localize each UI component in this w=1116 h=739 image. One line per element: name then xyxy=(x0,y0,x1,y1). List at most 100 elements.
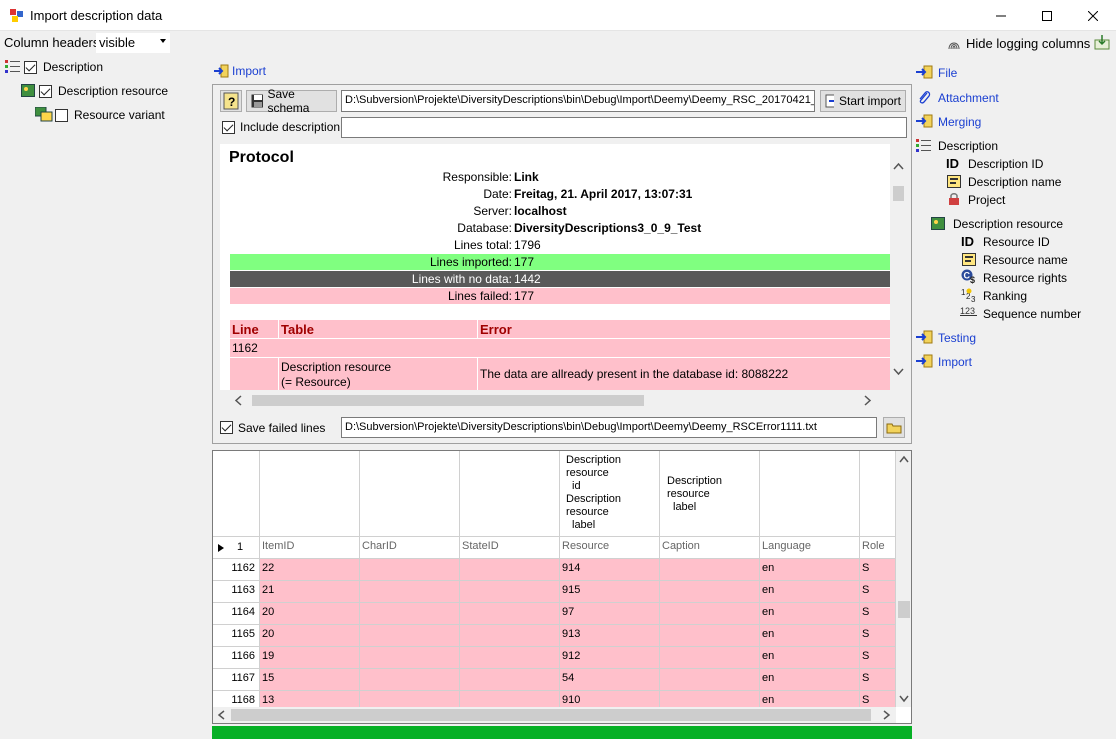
start-import-button[interactable]: Start import xyxy=(820,90,906,112)
right-link-import[interactable]: Import xyxy=(938,355,972,369)
resource-variant-checkbox[interactable] xyxy=(55,109,68,122)
table-cell[interactable]: S xyxy=(860,603,896,625)
right-item-description[interactable]: Description xyxy=(938,139,998,153)
column-header[interactable]: Caption xyxy=(660,537,760,559)
table-cell[interactable] xyxy=(660,647,760,669)
right-link-merging[interactable]: Merging xyxy=(938,115,981,129)
table-cell[interactable] xyxy=(660,581,760,603)
row-header[interactable]: 1166 xyxy=(213,647,260,669)
failed-path-field[interactable]: D:\Subversion\Projekte\DiversityDescript… xyxy=(341,417,877,438)
save-schema-button[interactable]: Save schema xyxy=(246,87,337,115)
open-folder-button[interactable] xyxy=(883,417,905,438)
right-item-description-name[interactable]: Description name xyxy=(968,175,1061,189)
table-cell[interactable]: S xyxy=(860,625,896,647)
scroll-right-icon[interactable] xyxy=(883,710,891,720)
table-cell[interactable]: en xyxy=(760,669,860,691)
table-cell[interactable]: 97 xyxy=(560,603,660,625)
include-description-field[interactable] xyxy=(341,117,907,138)
table-cell[interactable]: 912 xyxy=(560,647,660,669)
close-button[interactable] xyxy=(1070,0,1116,31)
table-cell[interactable]: en xyxy=(760,581,860,603)
right-item-description-id[interactable]: Description ID xyxy=(968,157,1043,171)
table-cell[interactable] xyxy=(360,603,460,625)
mapping-header-language[interactable] xyxy=(760,451,860,537)
table-cell[interactable] xyxy=(460,559,560,581)
import-link[interactable]: Import xyxy=(232,64,266,78)
table-cell[interactable] xyxy=(460,647,560,669)
table-cell[interactable]: S xyxy=(860,647,896,669)
mapping-header-charid[interactable] xyxy=(360,451,460,537)
mapping-header-itemid[interactable] xyxy=(260,451,360,537)
description-checkbox[interactable] xyxy=(24,61,37,74)
mapping-header-resource[interactable]: Description resource id Description reso… xyxy=(560,451,660,537)
column-header[interactable]: Language xyxy=(760,537,860,559)
column-header[interactable]: CharID xyxy=(360,537,460,559)
right-item-resource-rights[interactable]: Resource rights xyxy=(983,271,1067,285)
table-cell[interactable]: en xyxy=(760,625,860,647)
grid-hscroll-thumb[interactable] xyxy=(231,709,871,721)
table-cell[interactable] xyxy=(460,669,560,691)
save-failed-lines-checkbox[interactable] xyxy=(220,421,233,434)
data-grid[interactable]: Description resource id Description reso… xyxy=(212,450,912,724)
column-header[interactable]: Resource xyxy=(560,537,660,559)
maximize-button[interactable] xyxy=(1024,0,1070,31)
table-cell[interactable]: en xyxy=(760,603,860,625)
scroll-down-icon[interactable] xyxy=(893,368,904,376)
table-cell[interactable] xyxy=(360,647,460,669)
scroll-right-icon[interactable] xyxy=(864,395,872,406)
table-cell[interactable] xyxy=(360,581,460,603)
table-cell[interactable]: 22 xyxy=(260,559,360,581)
schema-path-field[interactable]: D:\Subversion\Projekte\DiversityDescript… xyxy=(341,90,815,112)
protocol-hscroll-thumb[interactable] xyxy=(252,395,644,406)
right-item-project[interactable]: Project xyxy=(968,193,1005,207)
description-resource-checkbox[interactable] xyxy=(39,85,52,98)
right-item-sequence-number[interactable]: Sequence number xyxy=(983,307,1081,321)
protocol-vertical-scrollbar[interactable] xyxy=(890,144,907,390)
right-link-testing[interactable]: Testing xyxy=(938,331,976,345)
table-cell[interactable]: en xyxy=(760,559,860,581)
table-cell[interactable]: 15 xyxy=(260,669,360,691)
table-cell[interactable] xyxy=(660,669,760,691)
help-button[interactable]: ? xyxy=(220,90,242,112)
right-item-description-resource[interactable]: Description resource xyxy=(953,217,1063,231)
table-cell[interactable]: 20 xyxy=(260,603,360,625)
right-item-resource-id[interactable]: Resource ID xyxy=(983,235,1050,249)
table-cell[interactable] xyxy=(660,559,760,581)
table-cell[interactable] xyxy=(360,559,460,581)
column-header[interactable]: ItemID xyxy=(260,537,360,559)
grid-horizontal-scrollbar[interactable] xyxy=(213,707,896,723)
row-header[interactable]: 1162 xyxy=(213,559,260,581)
mapping-header-stateid[interactable] xyxy=(460,451,560,537)
table-cell[interactable]: 19 xyxy=(260,647,360,669)
table-cell[interactable]: 54 xyxy=(560,669,660,691)
table-cell[interactable]: 915 xyxy=(560,581,660,603)
scroll-up-icon[interactable] xyxy=(893,162,904,170)
table-cell[interactable]: 914 xyxy=(560,559,660,581)
row-header[interactable]: 1164 xyxy=(213,603,260,625)
tree-item-description-resource[interactable]: Description resource xyxy=(58,84,168,98)
table-cell[interactable]: S xyxy=(860,581,896,603)
scroll-up-icon[interactable] xyxy=(899,455,909,463)
table-cell[interactable] xyxy=(360,669,460,691)
table-cell[interactable]: S xyxy=(860,669,896,691)
row-header[interactable]: 1167 xyxy=(213,669,260,691)
mapping-header-role[interactable] xyxy=(860,451,896,537)
tree-item-resource-variant[interactable]: Resource variant xyxy=(74,108,165,122)
column-headers-select[interactable]: visible xyxy=(96,33,170,53)
include-description-checkbox[interactable] xyxy=(222,121,235,134)
table-cell[interactable] xyxy=(460,603,560,625)
right-item-ranking[interactable]: Ranking xyxy=(983,289,1027,303)
table-cell[interactable]: S xyxy=(860,559,896,581)
protocol-vscroll-thumb[interactable] xyxy=(893,186,904,201)
column-header[interactable]: StateID xyxy=(460,537,560,559)
table-cell[interactable]: 20 xyxy=(260,625,360,647)
right-link-file[interactable]: File xyxy=(938,66,957,80)
table-cell[interactable] xyxy=(460,581,560,603)
right-item-resource-name[interactable]: Resource name xyxy=(983,253,1068,267)
table-cell[interactable] xyxy=(660,603,760,625)
tree-item-description[interactable]: Description xyxy=(43,60,103,74)
table-cell[interactable] xyxy=(660,625,760,647)
scroll-down-icon[interactable] xyxy=(899,695,909,703)
table-cell[interactable] xyxy=(360,625,460,647)
minimize-button[interactable] xyxy=(978,0,1024,31)
